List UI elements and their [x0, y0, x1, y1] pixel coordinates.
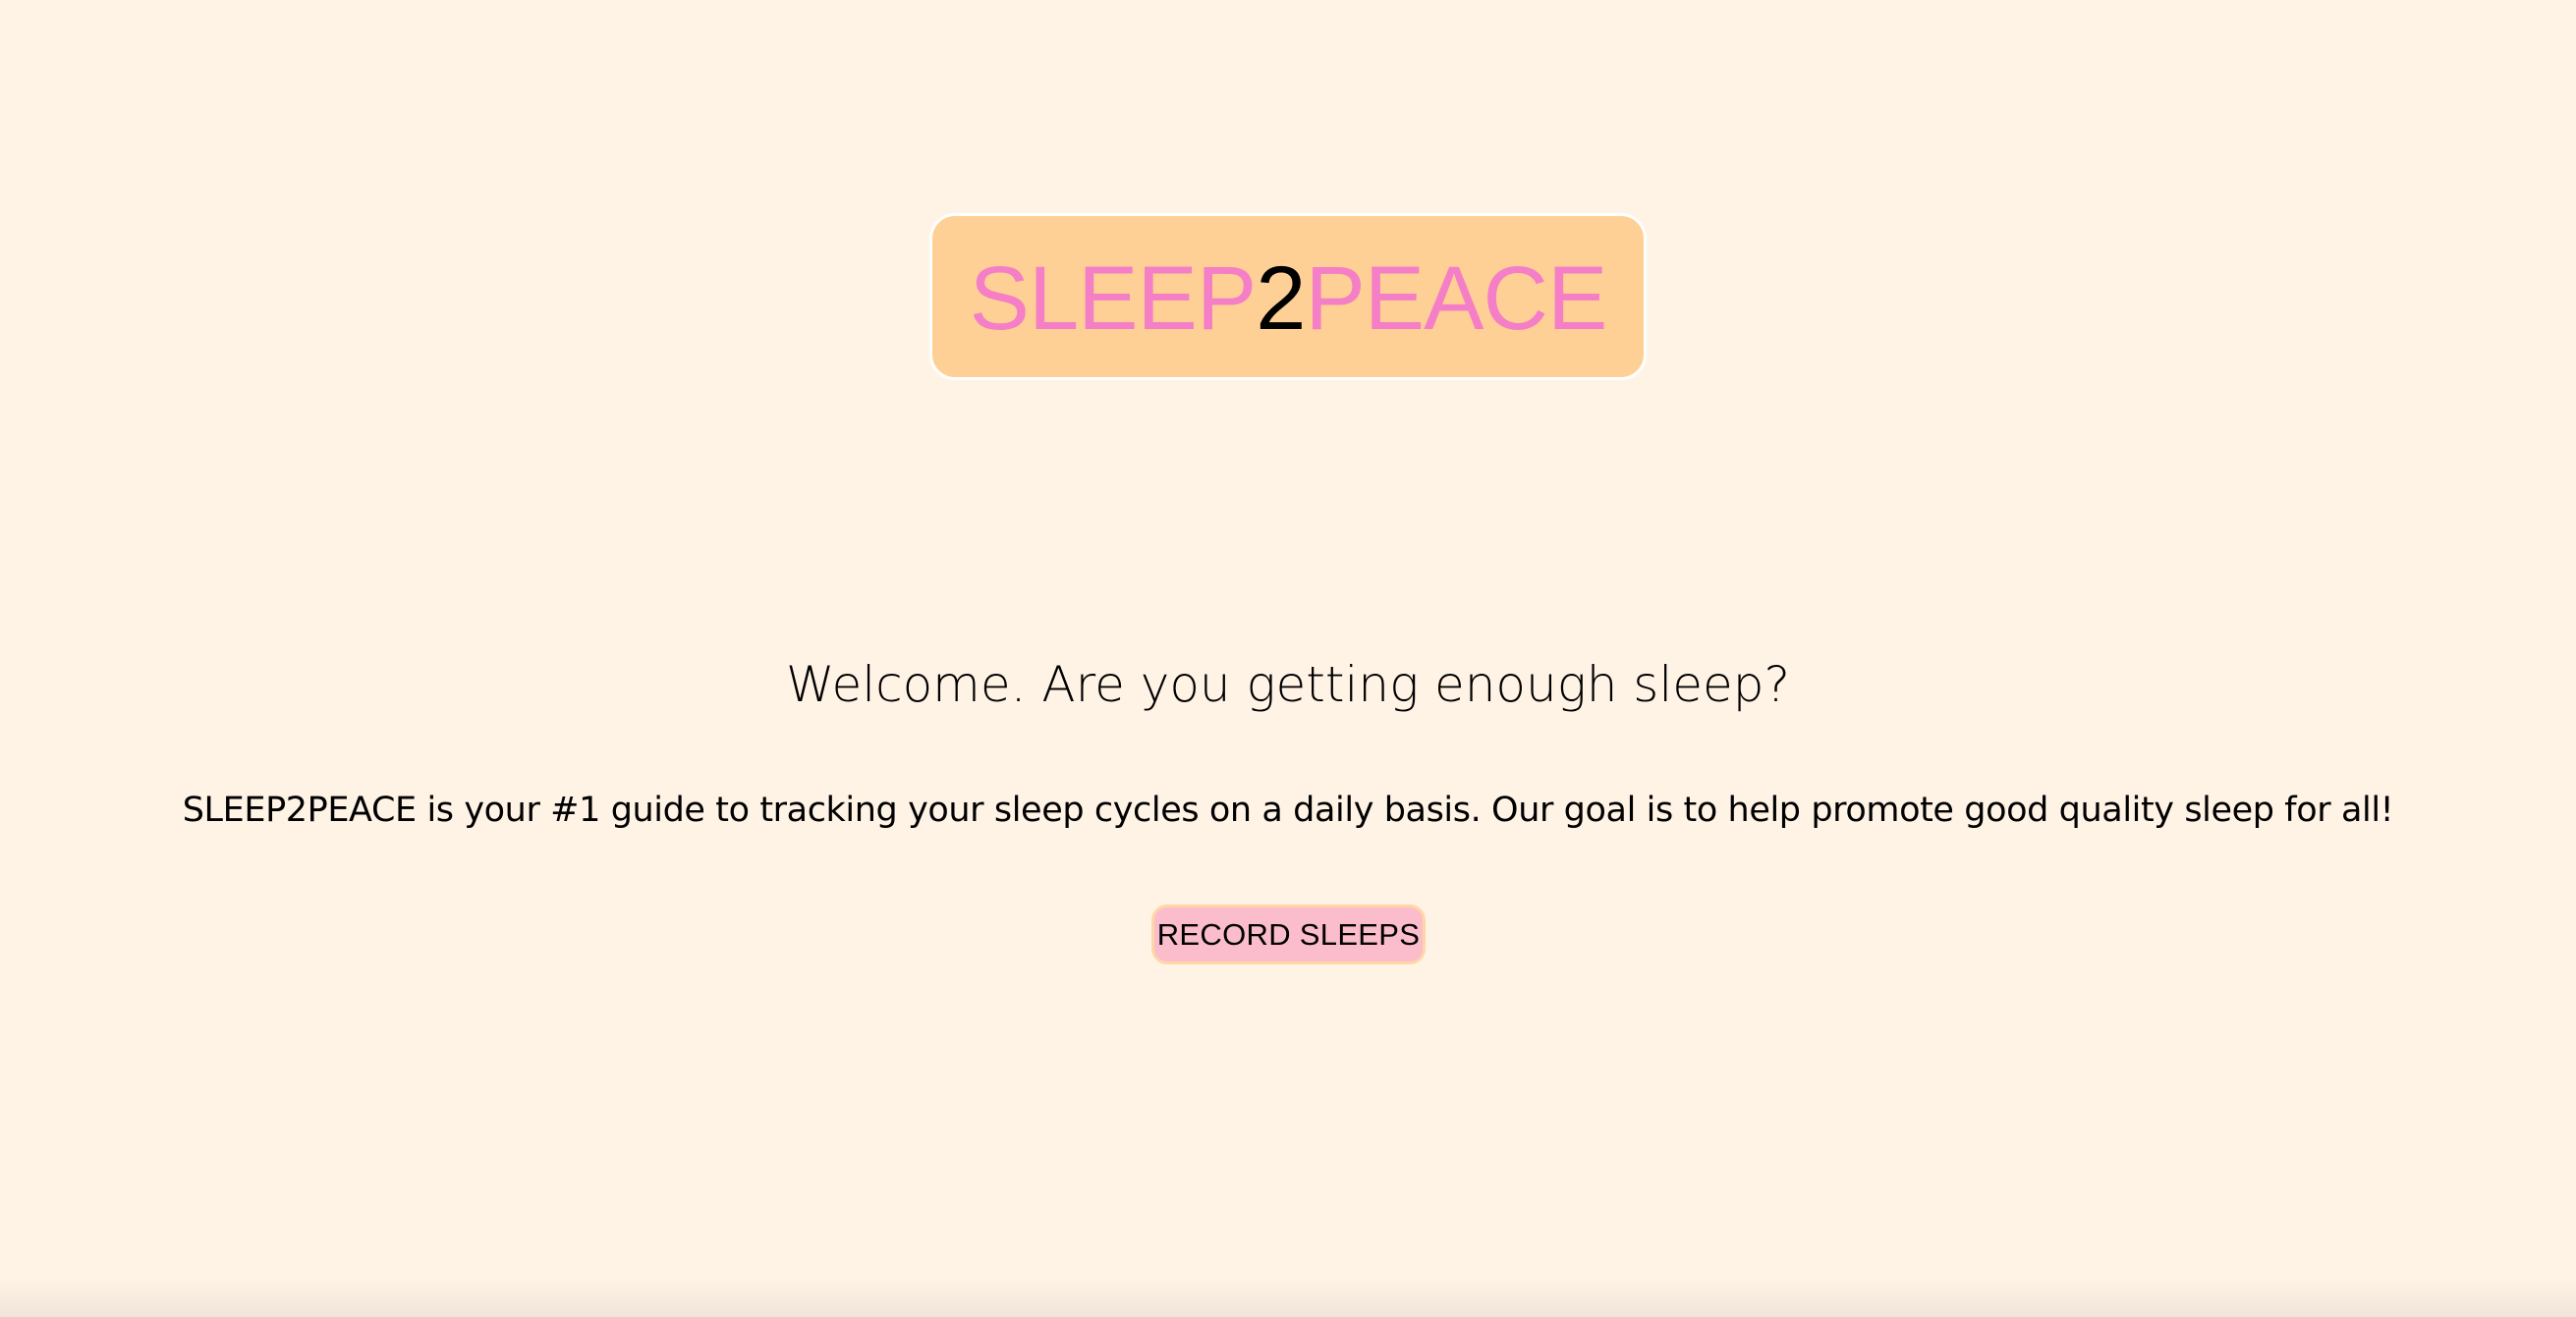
bottom-edge-shadow	[0, 1278, 2576, 1317]
logo-text-sleep: SLEEP	[969, 248, 1258, 349]
logo-text-peace: PEACE	[1305, 248, 1607, 349]
site-logo: SLEEP2PEACE	[929, 213, 1647, 380]
logo-wordmark: SLEEP2PEACE	[970, 253, 1608, 344]
welcome-heading: Welcome. Are you getting enough sleep?	[785, 656, 1791, 713]
logo-text-two: 2	[1256, 248, 1306, 349]
record-sleeps-button[interactable]: RECORD SLEEPS	[1151, 905, 1426, 964]
intro-description: SLEEP2PEACE is your #1 guide to tracking…	[182, 791, 2394, 830]
